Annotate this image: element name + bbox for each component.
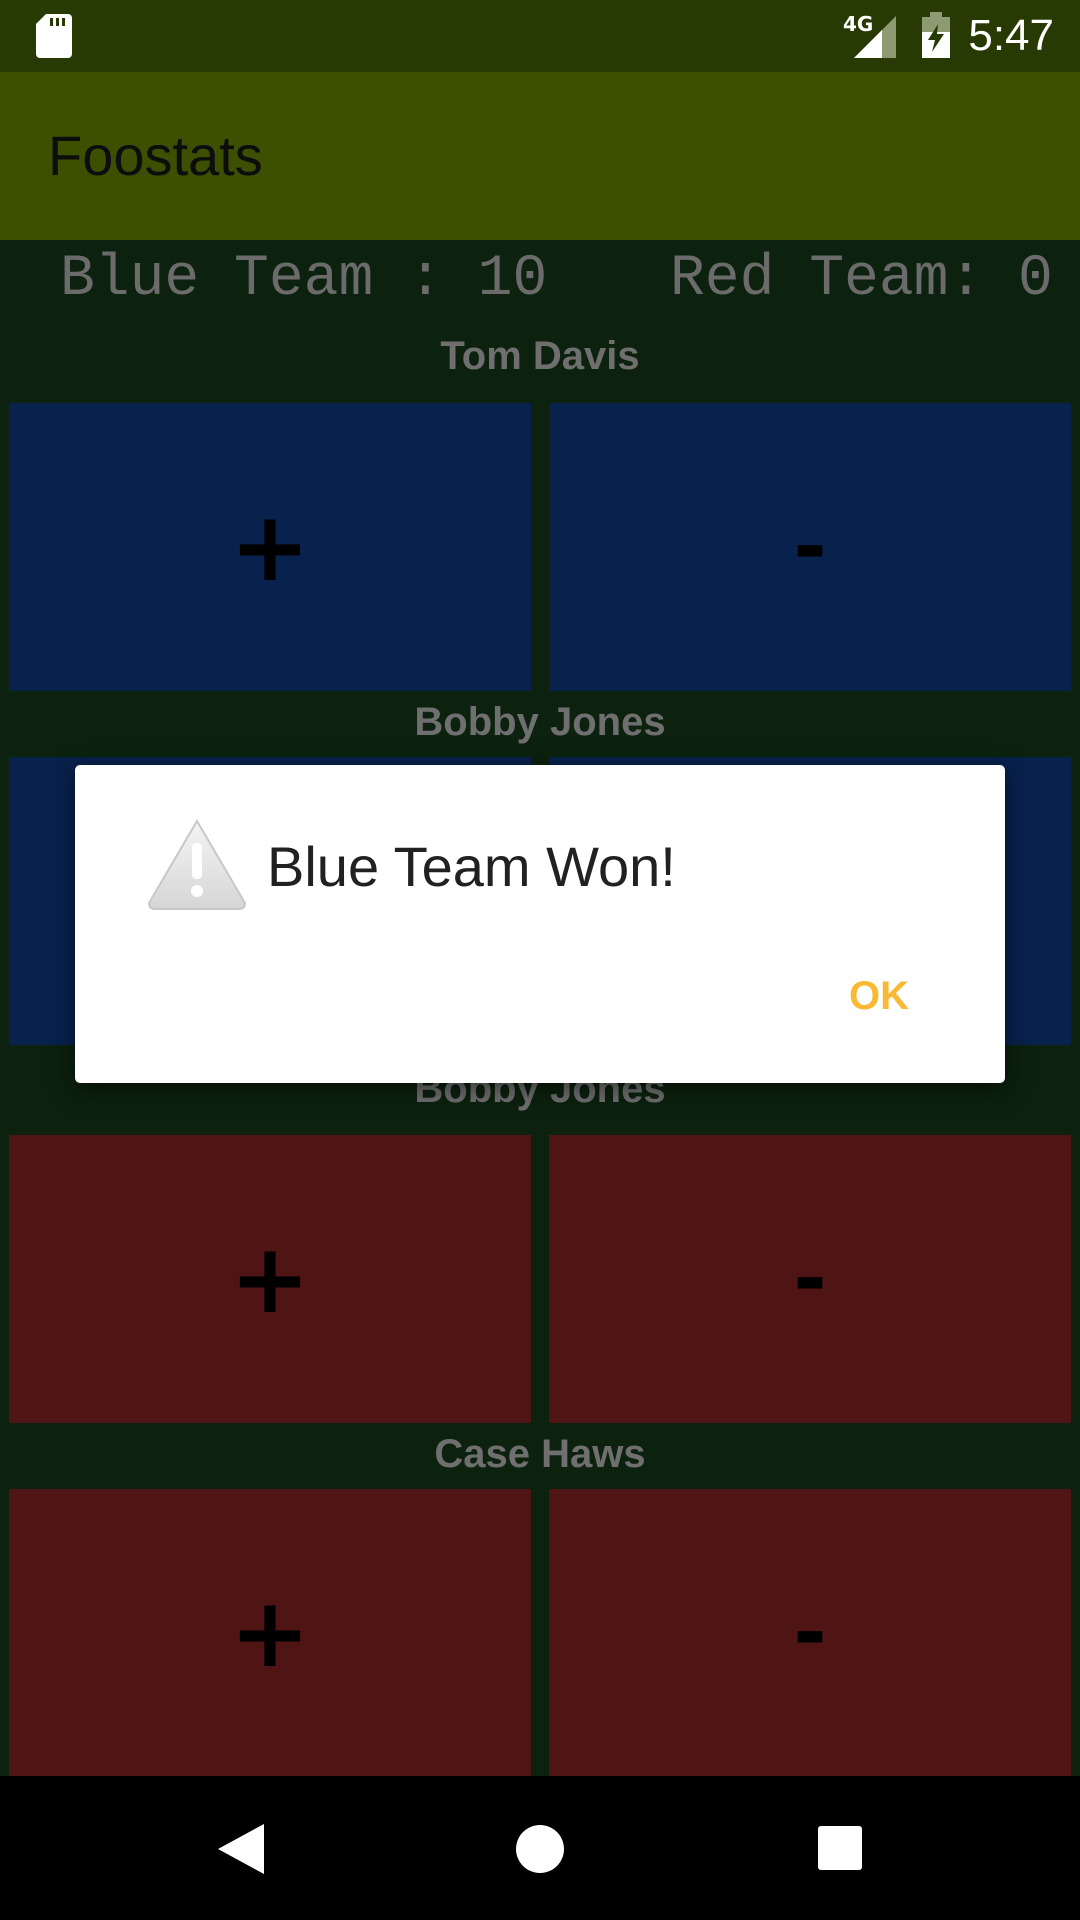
- tom-davis-minus-button[interactable]: -: [549, 403, 1071, 691]
- warning-icon: [147, 819, 247, 910]
- clock: 5:47: [968, 11, 1054, 60]
- sd-card-icon: [36, 14, 72, 58]
- recents-icon[interactable]: [818, 1826, 862, 1870]
- blue-team-score: Blue Team : 10: [60, 247, 548, 312]
- app-bar: Foostats: [0, 72, 1080, 240]
- battery-charging-icon: [922, 12, 950, 58]
- app-title: Foostats: [48, 124, 263, 187]
- tom-davis-plus-button[interactable]: +: [9, 403, 531, 691]
- status-bar: 4G 5:47: [0, 0, 1080, 72]
- ok-button[interactable]: OK: [843, 970, 915, 1022]
- player-name: Tom Davis: [440, 334, 640, 378]
- case-haws-plus-button[interactable]: +: [9, 1489, 531, 1777]
- home-icon[interactable]: [516, 1825, 564, 1873]
- case-haws-minus-button[interactable]: -: [549, 1489, 1071, 1777]
- bobby-jones-red-minus-button[interactable]: -: [549, 1135, 1071, 1423]
- navigation-bar: [0, 1776, 1080, 1920]
- cell-signal-icon: [854, 16, 896, 58]
- player-name: Case Haws: [434, 1432, 646, 1476]
- player-name: Bobby Jones: [414, 700, 666, 744]
- red-team-score: Red Team: 0: [670, 247, 1053, 312]
- back-icon[interactable]: [218, 1824, 264, 1874]
- dialog-title: Blue Team Won!: [267, 835, 676, 898]
- bobby-jones-red-plus-button[interactable]: +: [9, 1135, 531, 1423]
- winner-dialog: Blue Team Won! OK: [75, 765, 1005, 1083]
